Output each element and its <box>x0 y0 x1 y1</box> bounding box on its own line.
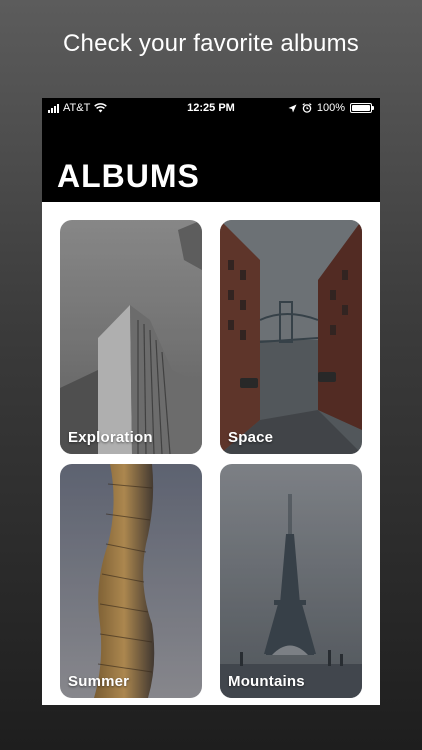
album-card-exploration[interactable]: Exploration <box>60 220 202 454</box>
album-card-mountains[interactable]: Mountains <box>220 464 362 698</box>
album-label: Space <box>228 429 274 446</box>
album-label: Summer <box>68 673 130 690</box>
battery-icon <box>350 103 374 113</box>
location-icon <box>288 104 297 112</box>
album-cover-image <box>220 220 362 454</box>
battery-percent: 100% <box>316 102 345 114</box>
albums-grid: Exploration Space Summer Mountains <box>42 202 380 705</box>
album-label: Exploration <box>68 429 153 446</box>
album-cover-image <box>220 464 362 698</box>
album-cover-image <box>60 220 202 454</box>
album-card-space[interactable]: Space <box>220 220 362 454</box>
alarm-icon <box>302 103 312 113</box>
album-card-summer[interactable]: Summer <box>60 464 202 698</box>
album-label: Mountains <box>228 673 305 690</box>
phone-screen: AT&T 12:25 PM 100% ALBUMS Exploration Sp… <box>42 98 380 705</box>
page-title: ALBUMS <box>57 158 200 194</box>
albums-header: AT&T 12:25 PM 100% ALBUMS <box>42 98 380 202</box>
album-cover-image <box>60 464 202 698</box>
promo-headline: Check your favorite albums <box>63 30 359 57</box>
status-bar: AT&T 12:25 PM 100% <box>42 98 380 118</box>
